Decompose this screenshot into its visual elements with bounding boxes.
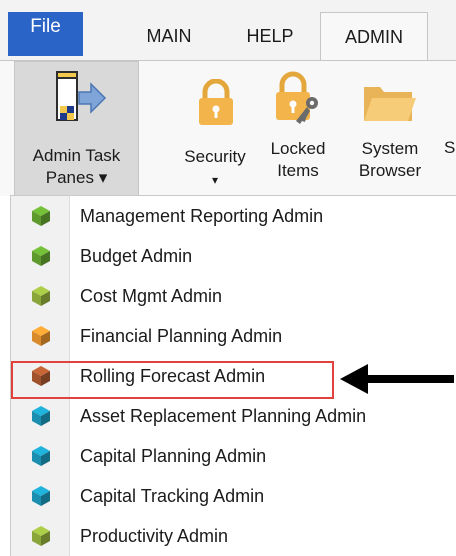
menu-item-capital-planning-admin[interactable]: Capital Planning Admin bbox=[11, 436, 456, 476]
tab-admin[interactable]: ADMIN bbox=[320, 12, 428, 61]
cube-icon bbox=[31, 405, 51, 432]
admin-task-panes-button[interactable]: Admin Task Panes ▾ bbox=[14, 61, 139, 196]
menu-item-financial-planning-admin[interactable]: Financial Planning Admin bbox=[11, 316, 456, 356]
cube-icon bbox=[31, 325, 51, 352]
admin-task-panes-label-2: Panes ▾ bbox=[45, 168, 108, 187]
cube-icon bbox=[31, 445, 51, 472]
truncated-ribbon-label: S bbox=[444, 138, 456, 157]
menu-item-label: Management Reporting Admin bbox=[80, 206, 324, 226]
menu-item-budget-admin[interactable]: Budget Admin bbox=[11, 236, 456, 276]
locked-items-label-1: Locked bbox=[270, 139, 326, 158]
cube-icon bbox=[31, 245, 51, 272]
system-browser-label-1: System bbox=[361, 139, 419, 158]
locked-items-label-2: Items bbox=[277, 161, 319, 180]
cube-icon bbox=[31, 485, 51, 512]
task-panes-icon bbox=[55, 70, 107, 136]
locked-items-button[interactable]: Locked Items bbox=[258, 61, 338, 196]
menu-item-label: Capital Planning Admin bbox=[80, 446, 267, 466]
menu-item-capital-tracking-admin[interactable]: Capital Tracking Admin bbox=[11, 476, 456, 516]
menu-item-management-reporting-admin[interactable]: Management Reporting Admin bbox=[11, 196, 456, 236]
security-label: Security bbox=[184, 147, 246, 166]
folder-icon bbox=[362, 81, 418, 131]
tab-help[interactable]: HELP bbox=[230, 12, 310, 60]
locked-items-icon bbox=[272, 69, 328, 133]
menu-item-label: Financial Planning Admin bbox=[80, 326, 283, 346]
menu-item-label: Cost Mgmt Admin bbox=[80, 286, 223, 306]
menu-item-label: Budget Admin bbox=[80, 246, 193, 266]
menu-item-asset-replacement-planning-admin[interactable]: Asset Replacement Planning Admin bbox=[11, 396, 456, 436]
arrow-icon bbox=[340, 362, 456, 401]
tab-main[interactable]: MAIN bbox=[126, 12, 212, 60]
menu-item-label: Capital Tracking Admin bbox=[80, 486, 265, 506]
security-dropdown-arrow: ▾ bbox=[211, 173, 219, 187]
menu-item-cost-mgmt-admin[interactable]: Cost Mgmt Admin bbox=[11, 276, 456, 316]
admin-task-panes-label-1: Admin Task bbox=[32, 146, 121, 165]
ribbon-panel: Admin Task Panes ▾ Security ▾ Locked Ite… bbox=[0, 60, 456, 196]
security-button[interactable]: Security ▾ bbox=[170, 61, 260, 196]
system-browser-button[interactable]: System Browser bbox=[340, 61, 440, 196]
ribbon-tab-bar: File MAIN HELP ADMIN bbox=[0, 0, 456, 61]
cube-icon bbox=[31, 285, 51, 312]
system-browser-label-2: Browser bbox=[358, 161, 422, 180]
menu-item-label: Asset Replacement Planning Admin bbox=[80, 406, 367, 426]
cube-icon bbox=[31, 525, 51, 552]
tab-file[interactable]: File bbox=[8, 12, 83, 56]
cube-icon bbox=[31, 205, 51, 232]
lock-icon bbox=[196, 78, 236, 133]
menu-item-label: Productivity Admin bbox=[80, 526, 229, 546]
highlight-box bbox=[11, 361, 334, 399]
menu-item-productivity-admin[interactable]: Productivity Admin bbox=[11, 516, 456, 556]
